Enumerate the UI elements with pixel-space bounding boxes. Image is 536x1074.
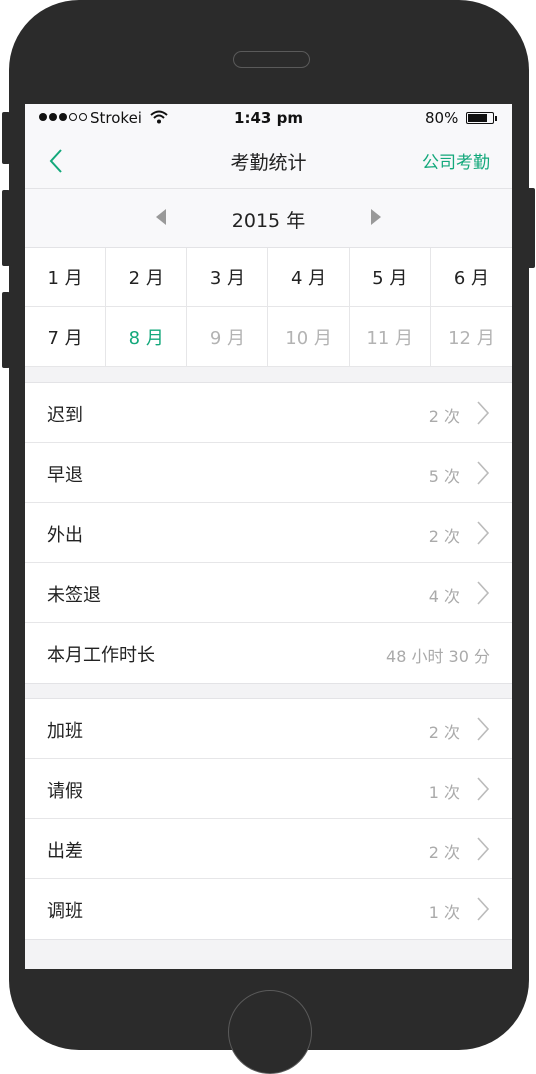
list-item: 本月工作时长 48 小时 30 分 xyxy=(25,623,512,683)
attendance-list: 迟到 2 次早退 5 次外出 2 次未签退 4 次本月工作时长 48 小时 30 分 xyxy=(25,382,512,684)
list-item-label: 调班 xyxy=(47,901,83,922)
battery-tip xyxy=(495,116,497,121)
month-cell: 9 月 xyxy=(187,307,269,367)
chevron-right-icon xyxy=(476,716,490,746)
list-item-value: 2 次 xyxy=(428,527,460,546)
power-button xyxy=(527,188,535,268)
list-item-value: 48 小时 30 分 xyxy=(386,647,490,666)
list-item[interactable]: 调班 1 次 xyxy=(25,879,512,939)
list-item-value: 2 次 xyxy=(428,407,460,426)
list-item[interactable]: 早退 5 次 xyxy=(25,443,512,503)
month-cell: 10 月 xyxy=(268,307,350,367)
list-item-label: 加班 xyxy=(47,721,83,742)
month-cell[interactable]: 4 月 xyxy=(268,248,350,307)
list-item[interactable]: 迟到 2 次 xyxy=(25,383,512,443)
month-cell[interactable]: 2 月 xyxy=(106,248,188,307)
volume-down-button xyxy=(2,292,10,368)
year-selector: 2015 年 xyxy=(25,189,512,248)
month-cell[interactable]: 7 月 xyxy=(25,307,107,367)
battery-percentage: 80% xyxy=(425,109,459,127)
company-attendance-button[interactable]: 公司考勤 xyxy=(422,148,490,173)
year-label: 2015 年 xyxy=(231,210,306,232)
requests-list: 加班 2 次请假 1 次出差 2 次调班 1 次 xyxy=(25,698,512,940)
month-cell: 12 月 xyxy=(430,307,512,367)
month-cell[interactable]: 5 月 xyxy=(349,248,431,307)
list-item-label: 早退 xyxy=(47,465,83,486)
chevron-right-icon xyxy=(476,580,490,610)
list-item-value: 1 次 xyxy=(428,903,460,922)
list-item[interactable]: 请假 1 次 xyxy=(25,759,512,819)
list-item-label: 迟到 xyxy=(47,405,83,426)
list-item[interactable]: 未签退 4 次 xyxy=(25,563,512,623)
month-cell[interactable]: 1 月 xyxy=(25,248,107,307)
status-bar: Strokei 1:43 pm 80% xyxy=(25,104,512,132)
mute-switch xyxy=(2,112,10,164)
list-item[interactable]: 加班 2 次 xyxy=(25,699,512,759)
earpiece-speaker xyxy=(233,51,310,68)
list-item-value: 2 次 xyxy=(428,843,460,862)
battery-icon xyxy=(466,112,494,124)
list-item-value: 2 次 xyxy=(428,723,460,742)
list-item-label: 外出 xyxy=(47,525,83,546)
month-cell[interactable]: 3 月 xyxy=(187,248,269,307)
list-item[interactable]: 外出 2 次 xyxy=(25,503,512,563)
list-item-label: 未签退 xyxy=(47,585,101,606)
chevron-right-icon xyxy=(476,776,490,806)
triangle-right-icon[interactable] xyxy=(371,209,381,225)
month-cell[interactable]: 6 月 xyxy=(430,248,512,307)
list-item-label: 出差 xyxy=(47,841,83,862)
chevron-right-icon xyxy=(476,896,490,926)
chevron-right-icon xyxy=(476,520,490,550)
chevron-right-icon xyxy=(476,460,490,490)
volume-up-button xyxy=(2,190,10,266)
screen: Strokei 1:43 pm 80% 考勤统计 公司考勤 2015 年 1 月… xyxy=(25,104,512,969)
list-item-label: 本月工作时长 xyxy=(47,645,155,666)
list-item-value: 5 次 xyxy=(428,467,460,486)
list-item[interactable]: 出差 2 次 xyxy=(25,819,512,879)
list-item-value: 1 次 xyxy=(428,783,460,802)
navigation-bar: 考勤统计 公司考勤 xyxy=(25,132,512,189)
month-cell[interactable]: 8 月 xyxy=(106,307,188,367)
chevron-right-icon xyxy=(476,400,490,430)
list-item-value: 4 次 xyxy=(428,587,460,606)
chevron-right-icon xyxy=(476,836,490,866)
list-item-label: 请假 xyxy=(47,781,83,802)
month-cell: 11 月 xyxy=(349,307,431,367)
home-button[interactable] xyxy=(228,990,312,1074)
month-grid: 1 月2 月3 月4 月5 月6 月 7 月8 月9 月 10 月 11 月 12 月 xyxy=(25,248,512,367)
